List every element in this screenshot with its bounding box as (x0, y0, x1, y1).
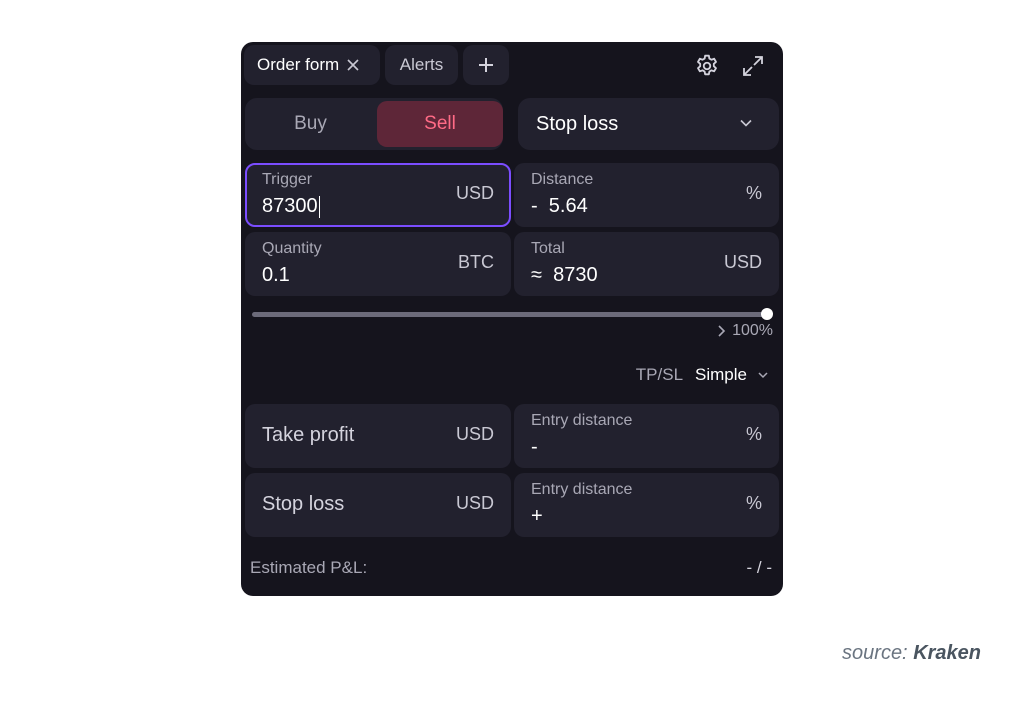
trigger-label: Trigger (262, 171, 313, 188)
tab-alerts-label: Alerts (399, 55, 444, 74)
trigger-value: 87300 (262, 195, 321, 218)
take-profit-distance-field[interactable]: Entry distance - % (514, 404, 779, 468)
chevron-down-icon (757, 369, 769, 381)
side-toggle: Buy Sell (245, 98, 503, 150)
quantity-value: 0.1 (262, 264, 290, 286)
total-value: ≈ 8730 (531, 264, 598, 286)
chevron-down-icon (739, 116, 753, 130)
take-profit-unit: USD (455, 424, 494, 444)
take-profit-distance-value: - (531, 436, 538, 458)
take-profit-label: Take profit (262, 424, 355, 446)
distance-unit: % (745, 183, 762, 203)
order-type-select[interactable]: Stop loss (518, 98, 779, 150)
order-panel: Order form Alerts Buy Sell Stop loss Tri… (241, 42, 783, 596)
slider-percent-label: 100% (732, 322, 773, 339)
quantity-slider-track[interactable] (252, 312, 767, 317)
chevron-right-icon (717, 325, 726, 337)
order-type-value: Stop loss (536, 112, 619, 135)
take-profit-distance-unit: % (745, 424, 762, 444)
stop-loss-distance-value: + (531, 505, 543, 527)
total-label: Total (531, 240, 565, 257)
quantity-slider-thumb[interactable] (761, 308, 773, 320)
buy-button[interactable]: Buy (248, 101, 373, 147)
stop-loss-field[interactable]: Stop loss USD (245, 473, 511, 537)
estimated-pl-label: Estimated P&L: (250, 558, 368, 577)
quantity-field[interactable]: Quantity 0.1 BTC (245, 232, 511, 296)
text-cursor (318, 195, 321, 218)
stop-loss-distance-label: Entry distance (531, 481, 633, 498)
trigger-field[interactable]: Trigger 87300 USD (245, 163, 511, 227)
close-icon[interactable] (346, 58, 360, 72)
tpsl-label: TP/SL (635, 365, 684, 384)
stop-loss-label: Stop loss (262, 493, 345, 515)
distance-value: - 5.64 (531, 195, 588, 217)
expand-button[interactable] (737, 50, 769, 82)
total-field[interactable]: Total ≈ 8730 USD (514, 232, 779, 296)
stop-loss-unit: USD (455, 493, 494, 513)
trigger-unit: USD (455, 183, 494, 203)
sell-label: Sell (424, 113, 456, 134)
quantity-label: Quantity (262, 240, 322, 257)
tab-order-form-label: Order form (257, 55, 340, 74)
trigger-value-text: 87300 (262, 195, 318, 217)
quantity-unit: BTC (458, 252, 494, 272)
buy-label: Buy (294, 113, 327, 134)
tab-alerts[interactable]: Alerts (385, 45, 458, 85)
distance-field[interactable]: Distance - 5.64 % (514, 163, 779, 227)
slider-percent[interactable]: 100% (717, 322, 773, 340)
source-brand: Kraken (913, 642, 981, 664)
tab-order-form[interactable]: Order form (244, 45, 380, 85)
stop-loss-distance-unit: % (745, 493, 762, 513)
settings-button[interactable] (691, 50, 723, 82)
sell-button[interactable]: Sell (377, 101, 503, 147)
stop-loss-distance-field[interactable]: Entry distance + % (514, 473, 779, 537)
source-prefix: source: (842, 642, 908, 664)
distance-label: Distance (531, 171, 594, 188)
gear-icon (694, 53, 720, 79)
tpsl-mode: Simple (695, 365, 747, 384)
expand-icon (741, 54, 765, 78)
total-unit: USD (723, 252, 762, 272)
plus-icon (478, 57, 494, 73)
estimated-pl-value: - / - (746, 558, 773, 577)
tpsl-selector[interactable]: TP/SL Simple (636, 365, 769, 385)
source-caption: source: Kraken (842, 642, 981, 665)
take-profit-field[interactable]: Take profit USD (245, 404, 511, 468)
add-tab-button[interactable] (463, 45, 509, 85)
take-profit-distance-label: Entry distance (531, 412, 633, 429)
